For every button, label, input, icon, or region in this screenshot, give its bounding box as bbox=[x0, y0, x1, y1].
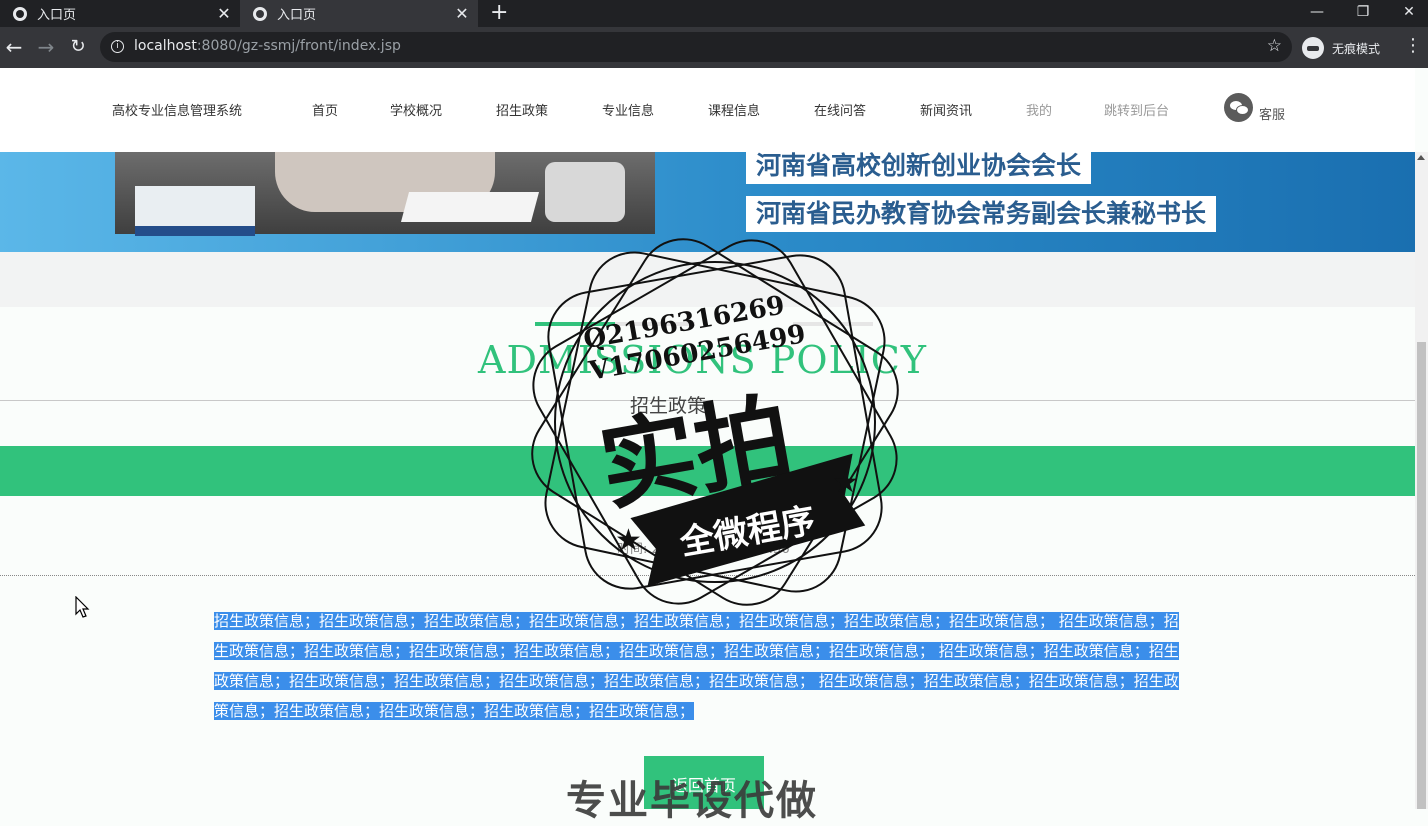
books-image bbox=[135, 186, 255, 236]
browser-tab-strip: 入口页 ✕ 入口页 ✕ + — ❐ ✕ bbox=[0, 0, 1428, 27]
incognito-indicator[interactable]: 无痕模式 bbox=[1302, 35, 1380, 61]
minimize-icon[interactable]: — bbox=[1294, 0, 1340, 27]
banner-text-line1: 河南省高校创新创业协会会长 bbox=[746, 148, 1092, 184]
close-icon[interactable]: ✕ bbox=[214, 4, 234, 23]
nav-item-school-overview[interactable]: 学校概况 bbox=[390, 100, 442, 119]
nav-item-majors[interactable]: 专业信息 bbox=[602, 100, 654, 119]
decorative-line bbox=[793, 322, 873, 326]
green-title-bar bbox=[0, 446, 1415, 496]
publish-time: 时间: 2023-02-23 09:54:56 bbox=[617, 538, 790, 557]
address-bar[interactable]: i localhost:8080/gz-ssmj/front/index.jsp… bbox=[100, 32, 1292, 62]
phone-image bbox=[545, 162, 625, 222]
tab-title: 入口页 bbox=[277, 8, 317, 23]
nav-item-admin[interactable]: 跳转到后台 bbox=[1104, 100, 1169, 119]
reload-icon[interactable]: ↻ bbox=[66, 35, 90, 59]
section-title-cn: 招生政策 bbox=[630, 395, 707, 417]
back-arrow-icon[interactable]: ← bbox=[2, 35, 26, 59]
banner-text-line2: 河南省民办教育协会常务副会长兼秘书长 bbox=[746, 196, 1217, 232]
forward-arrow-icon[interactable]: → bbox=[34, 35, 58, 59]
customer-service-link[interactable]: 客服 bbox=[1259, 104, 1285, 123]
dotted-divider bbox=[0, 575, 1415, 576]
close-icon[interactable]: ✕ bbox=[452, 4, 472, 23]
gray-band bbox=[0, 252, 1415, 307]
nav-item-qa[interactable]: 在线问答 bbox=[814, 100, 866, 119]
page-scrollbar[interactable] bbox=[1415, 152, 1428, 809]
info-icon[interactable]: i bbox=[111, 40, 124, 53]
watermark-bottom-text: 专业毕设代做 bbox=[566, 778, 818, 824]
restore-icon[interactable]: ❐ bbox=[1340, 0, 1386, 27]
nav-item-mine[interactable]: 我的 bbox=[1026, 100, 1052, 119]
nav-item-admissions[interactable]: 招生政策 bbox=[496, 100, 548, 119]
new-tab-button[interactable]: + bbox=[490, 1, 508, 25]
mouse-cursor-icon bbox=[75, 596, 90, 618]
globe-icon bbox=[13, 6, 27, 21]
incognito-icon bbox=[1302, 37, 1324, 59]
time-value: 2023-02-23 09:54:56 bbox=[651, 542, 790, 557]
scroll-up-arrow-icon[interactable] bbox=[1417, 155, 1425, 160]
browser-toolbar: ← → ↻ i localhost:8080/gz-ssmj/front/ind… bbox=[0, 27, 1428, 68]
browser-tab-active[interactable]: 入口页 ✕ bbox=[240, 0, 478, 27]
nav-item-news[interactable]: 新闻资讯 bbox=[920, 100, 972, 119]
menu-kebab-icon[interactable]: ⋮ bbox=[1404, 35, 1422, 56]
paper-image bbox=[400, 192, 540, 222]
time-label: 时间: bbox=[617, 542, 648, 557]
section-title-en: ADMISSIONS POLICY bbox=[478, 338, 927, 382]
incognito-label: 无痕模式 bbox=[1332, 41, 1381, 56]
divider bbox=[0, 400, 1415, 401]
article-content[interactable]: 招生政策信息；招生政策信息；招生政策信息；招生政策信息；招生政策信息；招生政策信… bbox=[214, 606, 1182, 726]
site-header: 高校专业信息管理系统 首页 学校概况 招生政策 专业信息 课程信息 在线问答 新… bbox=[0, 68, 1415, 152]
decorative-line bbox=[615, 322, 695, 326]
site-brand[interactable]: 高校专业信息管理系统 bbox=[112, 100, 242, 119]
globe-icon bbox=[253, 6, 267, 21]
window-close-icon[interactable]: ✕ bbox=[1386, 0, 1428, 27]
nav-item-courses[interactable]: 课程信息 bbox=[708, 100, 760, 119]
nav-item-home[interactable]: 首页 bbox=[312, 100, 338, 119]
banner-photo bbox=[115, 152, 655, 236]
bookmark-star-icon[interactable]: ☆ bbox=[1267, 36, 1282, 56]
wechat-icon[interactable] bbox=[1224, 93, 1253, 122]
browser-tab[interactable]: 入口页 ✕ bbox=[0, 0, 240, 27]
banner: 河南省高校创新创业协会会长 河南省民办教育协会常务副会长兼秘书长 bbox=[0, 148, 1415, 252]
tab-title: 入口页 bbox=[37, 8, 77, 23]
url-text[interactable]: localhost:8080/gz-ssmj/front/index.jsp bbox=[134, 38, 401, 54]
scroll-thumb[interactable] bbox=[1417, 342, 1426, 809]
decorative-line bbox=[535, 322, 615, 326]
